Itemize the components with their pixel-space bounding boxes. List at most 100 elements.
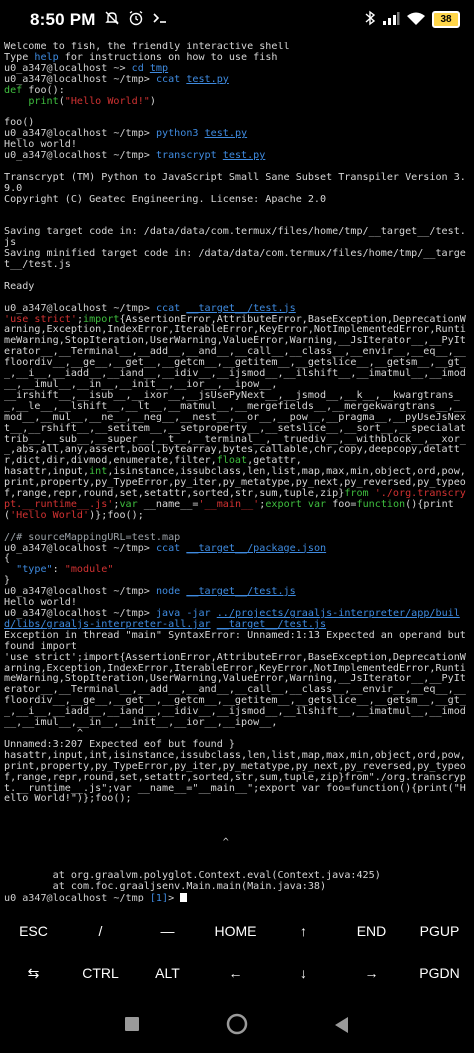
terminal-text: tmp — [149, 62, 169, 74]
esc-key[interactable]: ESC — [0, 909, 67, 953]
terminal-text: from — [344, 488, 369, 500]
signal-icon — [382, 11, 400, 28]
terminal-text: u0_a347@localhost ~/tmp> — [4, 150, 156, 162]
terminal-line: at com.foc.graaljsenv.Main.main(Main.jav… — [4, 881, 470, 893]
right-arrow-key[interactable]: → — [338, 951, 405, 995]
home-button[interactable] — [226, 1013, 248, 1039]
terminal-text: u0_a347@localhost ~/tmp> — [4, 73, 156, 85]
slash-key[interactable]: / — [67, 909, 134, 953]
terminal-text: import — [83, 313, 120, 325]
terminal-text: u0_a347@localhost ~/tmp> — [4, 586, 156, 598]
terminal-text: } — [4, 575, 11, 587]
terminal-output[interactable]: Welcome to fish, the friendly interactiv… — [4, 42, 470, 902]
terminal-line: hasattr,input,int,isinstance,issubclass,… — [4, 466, 470, 522]
terminal-text: "module" — [64, 564, 114, 576]
end-key[interactable]: END — [338, 909, 405, 953]
recents-button[interactable] — [124, 1016, 140, 1036]
terminal-text: "type" — [16, 564, 53, 576]
pgdn-key[interactable]: PGDN — [406, 951, 473, 995]
terminal-text: Type — [4, 51, 35, 63]
terminal-text: java — [155, 608, 187, 620]
terminal-text: export — [265, 498, 302, 510]
battery-icon: 38 — [432, 11, 460, 28]
navigation-bar — [0, 1000, 474, 1053]
terminal-text: var — [307, 498, 327, 510]
terminal-text: ^ — [4, 837, 229, 848]
status-bar: 8:50 PM 38 — [0, 0, 474, 40]
terminal-text: '__main__' — [198, 498, 260, 510]
home-key[interactable]: HOME — [202, 909, 269, 953]
cursor — [180, 892, 188, 902]
terminal-text: : — [52, 564, 65, 576]
terminal-text: //# sourceMappingURL=test.map — [4, 531, 181, 543]
terminal-icon — [152, 10, 168, 30]
terminal-text: __target__/test.js — [216, 618, 327, 630]
terminal-text: u0_a347@localhost ~/tmp> — [4, 608, 156, 620]
notifications-off-icon — [104, 10, 120, 30]
terminal-line: __irshift__,__isub__,__ixor__,__jsUsePyN… — [4, 390, 470, 467]
terminal-text: foo(): — [22, 84, 65, 96]
terminal-text: { — [4, 553, 11, 565]
terminal-text: __target__/test.js — [186, 586, 296, 598]
terminal-text: var — [119, 498, 138, 510]
alarm-icon — [128, 10, 144, 30]
terminal-text: cd — [131, 62, 150, 74]
back-triangle-icon — [335, 1017, 348, 1033]
terminal-text: __target__/package.json — [186, 542, 327, 554]
terminal-text: ccat — [155, 542, 187, 554]
terminal-text: hasattr,input,int,isinstance,issubclass,… — [4, 749, 466, 805]
bluetooth-icon — [364, 10, 376, 29]
tab-key[interactable]: ⇆ — [0, 951, 67, 995]
terminal-text: int — [89, 466, 108, 478]
terminal-text: float — [216, 455, 248, 467]
pgup-key[interactable]: PGUP — [406, 909, 473, 953]
recents-icon — [125, 1017, 139, 1031]
extra-keys-bar: ESC / — HOME ↑ END PGUP ⇆ CTRL ALT ← ↓ →… — [0, 909, 474, 1013]
terminal-line: u0_a347@localhost ~/tmp> ccat __target__… — [4, 542, 470, 555]
terminal-line: Saving target code in: /data/data/com.te… — [4, 226, 470, 249]
terminal-text: python3 — [155, 128, 205, 140]
terminal-text: Ready — [4, 280, 35, 292]
terminal-line: Ready — [4, 280, 470, 293]
terminal-line: u0_a347@localhost ~/tmp> transcrypt test… — [4, 150, 470, 162]
terminal-line: "type": "module" — [4, 564, 470, 576]
terminal-text: test.py — [186, 73, 229, 85]
terminal-line: ^ — [4, 837, 470, 849]
dash-key[interactable]: — — [134, 909, 201, 953]
terminal-text: {AssertionError,AttributeError,BaseExcep… — [4, 313, 466, 390]
left-arrow-key[interactable]: ← — [202, 951, 269, 995]
up-arrow-key[interactable]: ↑ — [270, 909, 337, 953]
terminal-text: ^ — [4, 727, 84, 739]
terminal-line: 'use strict';import{AssertionError,Attri… — [4, 651, 470, 729]
terminal-text: u0_a347@localhost ~/tmp> — [4, 542, 156, 554]
terminal-line: u0_a347@localhost ~/tmp> ccat test.py — [4, 73, 470, 86]
terminal-text: "Hello World!" — [64, 95, 150, 107]
terminal-text: __name__= — [137, 498, 199, 510]
terminal-text: ,getattr, — [247, 455, 302, 467]
terminal-text: u0_a347@localhost ~> — [4, 62, 132, 74]
terminal-text: Saving minified target code in: /data/da… — [4, 248, 466, 271]
terminal-text: Copyright (C) Geatec Engineering. Licens… — [4, 193, 327, 205]
terminal-text: 'use strict';import{AssertionError,Attri… — [4, 651, 466, 729]
down-arrow-key[interactable]: ↓ — [270, 951, 337, 995]
ctrl-key[interactable]: CTRL — [67, 951, 134, 995]
terminal-text: at org.graalvm.polyglot.Context.eval(Con… — [4, 869, 381, 881]
alt-key[interactable]: ALT — [134, 951, 201, 995]
terminal-line: Exception in thread "main" SyntaxError: … — [4, 630, 470, 653]
home-circle-icon — [226, 1013, 248, 1035]
terminal-text: ) — [149, 95, 156, 107]
terminal-text: u0_a347@localhost ~/tmp> — [4, 128, 156, 140]
terminal-line: Copyright (C) Geatec Engineering. Licens… — [4, 193, 470, 206]
terminal-text: function — [356, 498, 406, 510]
terminal-text: u0_a347@localhost ~/tmp — [4, 892, 150, 902]
terminal-line: 'use strict';import{AssertionError,Attri… — [4, 313, 470, 391]
terminal-text: def — [4, 84, 23, 96]
terminal-text: Hello world! — [4, 597, 77, 609]
back-button[interactable] — [334, 1016, 350, 1038]
terminal-line: Saving minified target code in: /data/da… — [4, 248, 470, 271]
terminal-text: print — [28, 95, 59, 107]
